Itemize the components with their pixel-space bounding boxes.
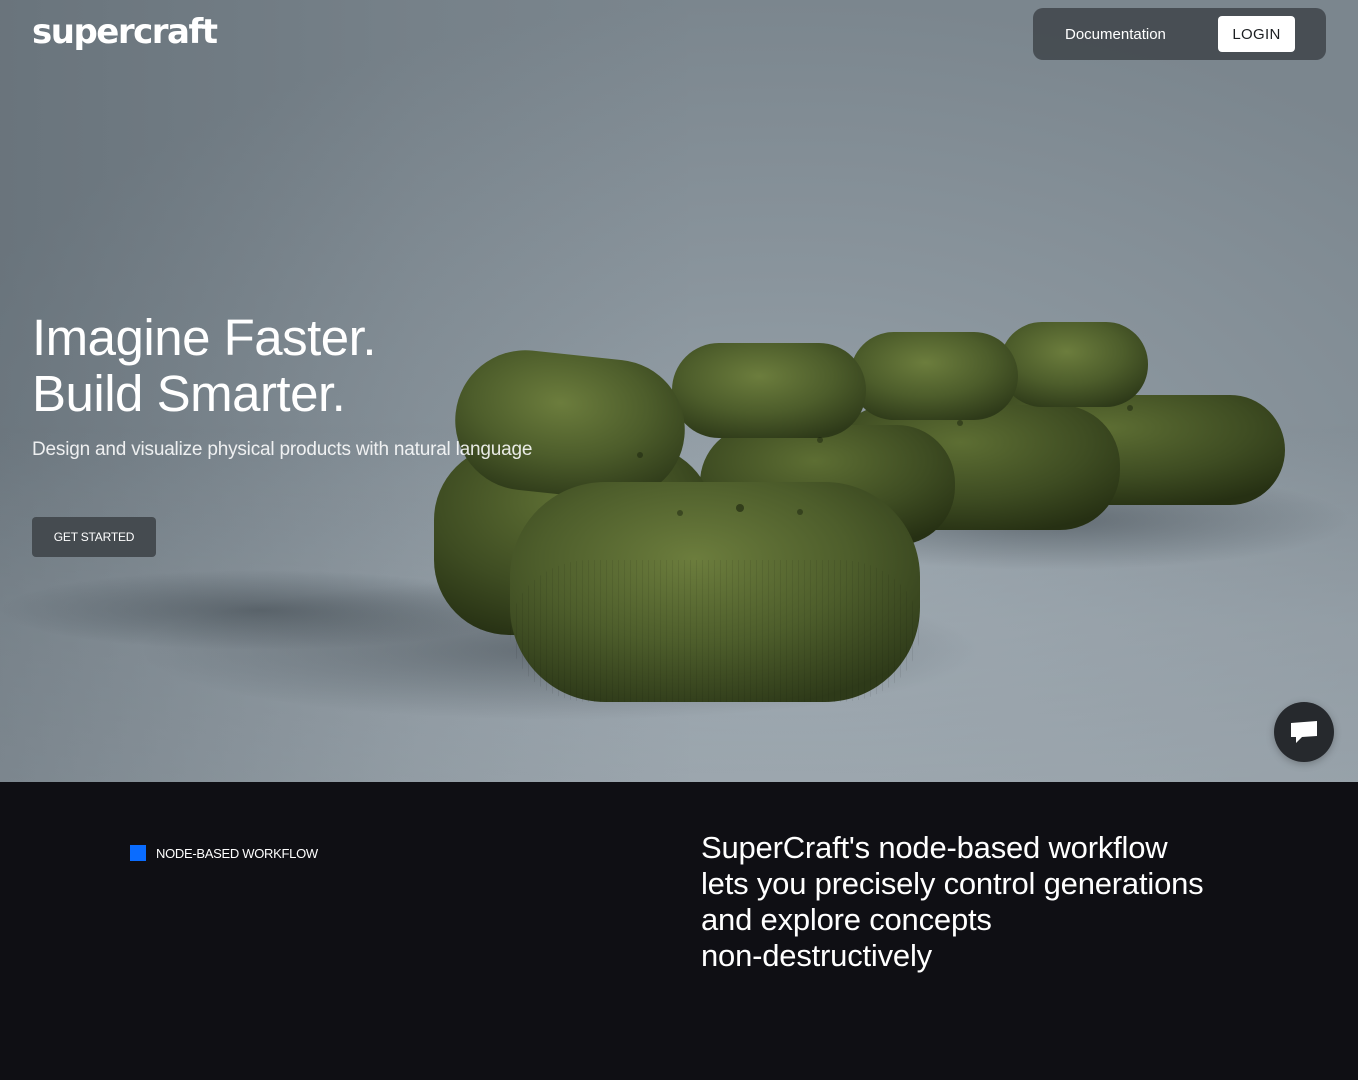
feature-description-line: SuperCraft's node-based workflow bbox=[701, 830, 1168, 865]
section-tag-label: NODE-BASED WORKFLOW bbox=[156, 845, 318, 861]
login-button[interactable]: LOGIN bbox=[1218, 16, 1295, 52]
documentation-link[interactable]: Documentation bbox=[1065, 26, 1166, 43]
headline-line-1: Imagine Faster. bbox=[32, 309, 377, 366]
feature-description-line: lets you precisely control generations bbox=[701, 866, 1204, 901]
chat-bubble-icon bbox=[1291, 721, 1317, 743]
feature-description-line: non-destructively bbox=[701, 938, 932, 973]
chat-launcher-button[interactable] bbox=[1274, 702, 1334, 762]
blue-square-icon bbox=[130, 845, 146, 861]
hero-subheadline: Design and visualize physical products w… bbox=[32, 439, 533, 460]
section-tag: NODE-BASED WORKFLOW bbox=[130, 845, 318, 861]
hero-section: supercraft Documentation LOGIN Imagine F… bbox=[0, 0, 1358, 782]
headline-line-2: Build Smarter. bbox=[32, 365, 346, 422]
get-started-button[interactable]: GET STARTED bbox=[32, 517, 156, 557]
feature-section: NODE-BASED WORKFLOW SuperCraft's node-ba… bbox=[0, 782, 1358, 1080]
hero-headline: Imagine Faster. Build Smarter. bbox=[32, 309, 377, 422]
feature-description: SuperCraft's node-based workflow lets yo… bbox=[701, 830, 1261, 974]
brand-logo[interactable]: supercraft bbox=[32, 12, 218, 52]
top-nav: Documentation LOGIN bbox=[1033, 8, 1326, 60]
feature-description-line: and explore concepts bbox=[701, 902, 992, 937]
